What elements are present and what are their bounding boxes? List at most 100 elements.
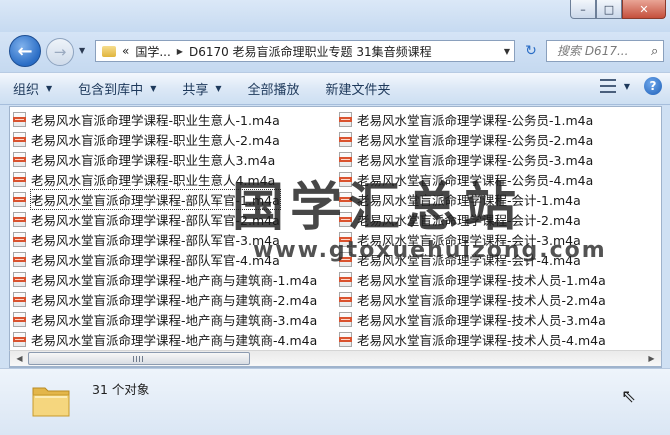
file-name: 老易风水堂盲派命理学课程-地产商与建筑商-4.m4a xyxy=(31,332,318,348)
forward-arrow-icon: → xyxy=(53,43,67,61)
audio-file-icon xyxy=(13,211,26,227)
file-item[interactable]: 老易风水堂盲派命理学课程-会计-3.m4a xyxy=(339,229,606,249)
file-name: 老易风水堂盲派命理学课程-部队军官-4.m4a xyxy=(31,252,280,268)
file-item[interactable]: 老易风水堂盲派命理学课程-地产商与建筑商-4.m4a xyxy=(13,329,317,349)
file-list[interactable]: 老易风水盲派命理学课程-职业生意人-1.m4a 老易风水盲派命理学课程-职业生意人… xyxy=(9,106,662,368)
view-options-icon[interactable] xyxy=(599,79,616,93)
file-item[interactable]: 老易风水堂盲派命理学课程-技术人员-2.m4a xyxy=(339,289,606,309)
grip-icon xyxy=(133,356,143,362)
audio-file-icon xyxy=(339,211,352,227)
audio-file-icon xyxy=(339,331,352,347)
file-item[interactable]: 老易风水堂盲派命理学课程-部队军官-4.m4a xyxy=(13,249,317,269)
audio-file-icon xyxy=(339,151,352,167)
file-name: 老易风水堂盲派命理学课程-会计-2.m4a xyxy=(357,212,581,228)
file-name: 老易风水堂盲派命理学课程-技术人员-4.m4a xyxy=(357,332,606,348)
file-item[interactable]: 老易风水堂盲派命理学课程-部队军官-1.m4a xyxy=(13,188,317,210)
file-item[interactable]: 老易风水堂盲派命理学课程-公务员-4.m4a xyxy=(339,169,606,189)
file-item[interactable]: 老易风水堂盲派命理学课程-会计-2.m4a xyxy=(339,209,606,229)
file-name: 老易风水堂盲派命理学课程-部队军官-1.m4a xyxy=(30,188,281,210)
file-column-2: 老易风水堂盲派命理学课程-公务员-1.m4a 老易风水堂盲派命理学课程-公务员-2… xyxy=(339,109,606,349)
address-dropdown-icon[interactable]: ▼ xyxy=(504,47,510,56)
file-item[interactable]: 老易风水堂盲派命理学课程-会计-4.m4a xyxy=(339,249,606,269)
file-item[interactable]: 老易风水堂盲派命理学课程-技术人员-3.m4a xyxy=(339,309,606,329)
search-icon[interactable]: ⌕ xyxy=(651,44,658,59)
file-item[interactable]: 老易风水盲派命理学课程-职业生意人3.m4a xyxy=(13,149,317,169)
recent-pages-dropdown-icon[interactable]: ▼ xyxy=(79,46,85,55)
file-item[interactable]: 老易风水堂盲派命理学课程-技术人员-1.m4a xyxy=(339,269,606,289)
help-icon[interactable]: ? xyxy=(644,77,662,95)
back-arrow-icon: ← xyxy=(17,40,33,62)
minimize-button[interactable]: – xyxy=(570,0,596,19)
include-in-library-label: 包含到库中 xyxy=(78,83,144,98)
chevron-down-icon: ▼ xyxy=(215,84,222,93)
file-item[interactable]: 老易风水堂盲派命理学课程-部队军官-2.m4a xyxy=(13,209,317,229)
details-pane: 31 个对象 xyxy=(0,368,670,435)
navigation-bar: ← → ▼ « 国学... ▶ D6170 老易盲派命理职业专题 31集音频课程… xyxy=(0,32,670,72)
file-item[interactable]: 老易风水堂盲派命理学课程-技术人员-4.m4a xyxy=(339,329,606,349)
file-item[interactable]: 老易风水堂盲派命理学课程-公务员-1.m4a xyxy=(339,109,606,129)
file-name: 老易风水堂盲派命理学课程-技术人员-1.m4a xyxy=(357,272,606,288)
view-dropdown-icon[interactable]: ▼ xyxy=(624,82,630,91)
address-chevrons[interactable]: « xyxy=(122,44,129,58)
file-name: 老易风水堂盲派命理学课程-地产商与建筑商-1.m4a xyxy=(31,272,318,288)
audio-file-icon xyxy=(339,111,352,127)
file-name: 老易风水堂盲派命理学课程-会计-4.m4a xyxy=(357,252,581,268)
breadcrumb-segment-current[interactable]: D6170 老易盲派命理职业专题 31集音频课程 xyxy=(189,43,432,60)
audio-file-icon xyxy=(339,131,352,147)
play-all-button[interactable]: 全部播放 xyxy=(235,76,313,102)
file-name: 老易风水堂盲派命理学课程-公务员-3.m4a xyxy=(357,152,594,168)
command-bar: 组织 ▼ 包含到库中 ▼ 共享 ▼ 全部播放 新建文件夹 ▼ ? xyxy=(0,72,670,105)
file-column-1: 老易风水盲派命理学课程-职业生意人-1.m4a 老易风水盲派命理学课程-职业生意人… xyxy=(13,109,317,349)
file-item[interactable]: 老易风水堂盲派命理学课程-公务员-2.m4a xyxy=(339,129,606,149)
include-in-library-button[interactable]: 包含到库中 ▼ xyxy=(65,76,169,102)
object-count: 31 个对象 xyxy=(92,382,150,397)
audio-file-icon xyxy=(339,191,352,207)
organize-button[interactable]: 组织 ▼ xyxy=(0,76,65,102)
play-all-label: 全部播放 xyxy=(247,83,300,98)
audio-file-icon xyxy=(339,271,352,287)
scroll-right-icon[interactable]: ▶ xyxy=(644,352,659,365)
file-name: 老易风水盲派命理学课程-职业生意人-1.m4a xyxy=(31,112,280,128)
file-name: 老易风水盲派命理学课程-职业生意人-2.m4a xyxy=(31,132,280,148)
audio-file-icon xyxy=(339,291,352,307)
audio-file-icon xyxy=(13,131,26,147)
address-bar[interactable]: « 国学... ▶ D6170 老易盲派命理职业专题 31集音频课程 ▼ xyxy=(95,40,515,62)
scroll-left-icon[interactable]: ◀ xyxy=(12,352,27,365)
file-name: 老易风水堂盲派命理学课程-会计-1.m4a xyxy=(357,192,581,208)
close-button[interactable]: ✕ xyxy=(622,0,666,19)
toolbar-right: ▼ ? xyxy=(599,77,662,95)
horizontal-scrollbar[interactable]: ◀ ▶ xyxy=(9,350,662,367)
new-folder-button[interactable]: 新建文件夹 xyxy=(313,76,404,102)
search-box[interactable]: ⌕ xyxy=(546,40,664,62)
file-item[interactable]: 老易风水堂盲派命理学课程-公务员-3.m4a xyxy=(339,149,606,169)
file-item[interactable]: 老易风水盲派命理学课程-职业生意人-1.m4a xyxy=(13,109,317,129)
audio-file-icon xyxy=(13,251,26,267)
refresh-icon[interactable]: ↻ xyxy=(519,40,543,62)
back-button[interactable]: ← xyxy=(9,35,41,67)
file-item[interactable]: 老易风水堂盲派命理学课程-地产商与建筑商-3.m4a xyxy=(13,309,317,329)
scrollbar-thumb[interactable] xyxy=(28,352,250,365)
organize-label: 组织 xyxy=(13,83,40,98)
audio-file-icon xyxy=(339,231,352,247)
file-item[interactable]: 老易风水堂盲派命理学课程-会计-1.m4a xyxy=(339,189,606,209)
chevron-down-icon: ▼ xyxy=(46,84,53,93)
file-item[interactable]: 老易风水堂盲派命理学课程-地产商与建筑商-1.m4a xyxy=(13,269,317,289)
file-name: 老易风水盲派命理学课程-职业生意人4.m4a xyxy=(31,172,276,188)
audio-file-icon xyxy=(339,311,352,327)
file-name: 老易风水堂盲派命理学课程-会计-3.m4a xyxy=(357,232,581,248)
breadcrumb-segment-root[interactable]: 国学... xyxy=(135,43,170,60)
forward-button[interactable]: → xyxy=(46,38,74,66)
audio-file-icon xyxy=(13,191,26,207)
file-item[interactable]: 老易风水堂盲派命理学课程-地产商与建筑商-2.m4a xyxy=(13,289,317,309)
maximize-button[interactable]: □ xyxy=(596,0,622,19)
breadcrumb-arrow-icon[interactable]: ▶ xyxy=(177,47,183,56)
search-input[interactable] xyxy=(555,43,651,59)
chevron-down-icon: ▼ xyxy=(150,84,157,93)
share-button[interactable]: 共享 ▼ xyxy=(169,76,234,102)
file-item[interactable]: 老易风水盲派命理学课程-职业生意人-2.m4a xyxy=(13,129,317,149)
file-item[interactable]: 老易风水盲派命理学课程-职业生意人4.m4a xyxy=(13,169,317,189)
file-name: 老易风水堂盲派命理学课程-技术人员-3.m4a xyxy=(357,312,606,328)
file-name: 老易风水盲派命理学课程-职业生意人3.m4a xyxy=(31,152,276,168)
file-item[interactable]: 老易风水堂盲派命理学课程-部队军官-3.m4a xyxy=(13,229,317,249)
mouse-cursor-icon: ⇖ xyxy=(621,386,637,407)
